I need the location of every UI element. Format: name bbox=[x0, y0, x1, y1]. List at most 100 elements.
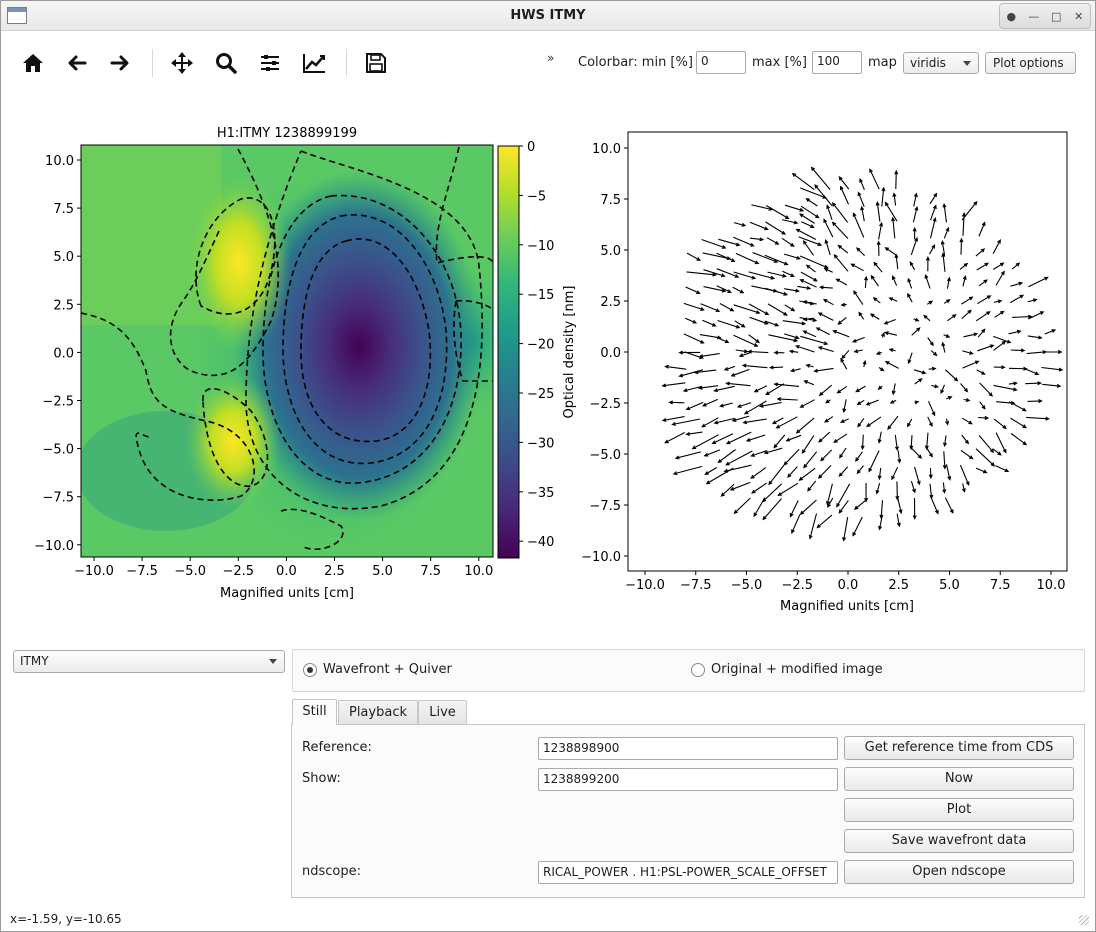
right-x-axis: −10.0 −7.5 −5.0 −2.5 0.0 2.5 5.0 7.5 10.0 bbox=[625, 571, 1065, 593]
close-icon[interactable]: ✕ bbox=[1069, 10, 1089, 23]
tab-still[interactable]: Still bbox=[292, 699, 337, 725]
axes-line-edit-icon[interactable] bbox=[298, 47, 330, 79]
left-x-axis: −10.0 −7.5 −5.0 −2.5 0.0 2.5 5.0 7.5 10.0 bbox=[74, 557, 493, 579]
left-y-axis: 10.0 7.5 5.0 2.5 0.0 −2.5 −5.0 −7.5 −10.0 bbox=[34, 154, 81, 554]
tab-playback[interactable]: Playback bbox=[338, 700, 418, 725]
resize-grip-icon[interactable] bbox=[1079, 915, 1089, 925]
right-x-tick-label: 7.5 bbox=[990, 578, 1011, 593]
status-coordinates: x=-1.59, y=-10.65 bbox=[10, 912, 122, 926]
left-y-tick-label: 10.0 bbox=[45, 154, 74, 169]
pan-move-icon[interactable] bbox=[166, 47, 198, 79]
subplot-config-icon[interactable] bbox=[254, 47, 286, 79]
save-disk-icon[interactable] bbox=[360, 47, 392, 79]
colorbar-min-input[interactable]: 0 bbox=[696, 51, 746, 74]
right-y-tick-label: 0.0 bbox=[600, 346, 621, 361]
right-y-tick-label: 10.0 bbox=[592, 142, 621, 157]
minimize-icon[interactable]: — bbox=[1024, 10, 1044, 23]
window-controls: ● — □ ✕ bbox=[999, 3, 1091, 29]
right-y-tick-label: −7.5 bbox=[589, 499, 621, 514]
original-modified-radio[interactable] bbox=[691, 663, 705, 677]
right-x-tick-label: −5.0 bbox=[731, 578, 763, 593]
save-wavefront-button[interactable]: Save wavefront data bbox=[844, 829, 1074, 853]
figure-canvas[interactable]: H1:ITMY 1238899199 −10.0 −7.5 −5.0 −2.5 0.0 2… bbox=[1, 101, 1095, 621]
right-y-tick-label: 5.0 bbox=[600, 244, 621, 259]
right-y-tick-label: 7.5 bbox=[600, 193, 621, 208]
left-y-tick-label: 7.5 bbox=[53, 202, 74, 217]
plot-options-button[interactable]: Plot options bbox=[985, 52, 1076, 74]
right-y-axis: 10.0 7.5 5.0 2.5 0.0 −2.5 −5.0 −7.5 −10.0 bbox=[581, 142, 628, 565]
original-modified-label[interactable]: Original + modified image bbox=[711, 662, 883, 677]
left-y-tick-label: 5.0 bbox=[53, 250, 74, 265]
left-x-tick-label: −10.0 bbox=[74, 564, 114, 579]
chevron-down-icon bbox=[963, 61, 971, 66]
tab-live[interactable]: Live bbox=[418, 700, 467, 725]
reference-input[interactable]: 1238898900 bbox=[538, 737, 838, 760]
left-x-tick-label: 7.5 bbox=[420, 564, 441, 579]
left-y-tick-label: 2.5 bbox=[53, 298, 74, 313]
left-x-tick-label: 10.0 bbox=[464, 564, 493, 579]
left-x-tick-label: 0.0 bbox=[276, 564, 297, 579]
plot-button[interactable]: Plot bbox=[844, 798, 1074, 822]
toolbar-overflow-icon[interactable]: » bbox=[547, 51, 554, 65]
wavefront-quiver-label[interactable]: Wavefront + Quiver bbox=[323, 662, 452, 677]
title-bar[interactable]: HWS ITMY ● — □ ✕ bbox=[1, 1, 1095, 31]
colorbar-min-label: Colorbar: min [%] bbox=[578, 55, 693, 70]
colorbar bbox=[497, 145, 520, 559]
right-x-axis-label: Magnified units [cm] bbox=[780, 599, 914, 614]
right-y-tick-label: −5.0 bbox=[589, 448, 621, 463]
right-x-tick-label: −10.0 bbox=[625, 578, 665, 593]
get-reference-time-button[interactable]: Get reference time from CDS bbox=[844, 736, 1074, 760]
ndscope-label: ndscope: bbox=[302, 864, 361, 879]
colorbar-max-label: max [%] bbox=[752, 55, 807, 70]
left-x-tick-label: −5.0 bbox=[174, 564, 206, 579]
device-select-value: ITMY bbox=[20, 654, 49, 668]
device-select[interactable]: ITMY bbox=[13, 650, 285, 673]
left-plot-title: H1:ITMY 1238899199 bbox=[217, 126, 357, 141]
colorbar-tick-label: 0 bbox=[527, 140, 535, 155]
colorbar-tick-label: −30 bbox=[527, 436, 554, 451]
colorbar-tick-label: −10 bbox=[527, 239, 554, 254]
now-button[interactable]: Now bbox=[844, 767, 1074, 791]
reference-label: Reference: bbox=[302, 740, 372, 755]
left-y-tick-label: −10.0 bbox=[34, 539, 74, 554]
chevron-down-icon bbox=[269, 659, 277, 664]
shade-icon[interactable]: ● bbox=[1001, 10, 1021, 23]
colorbar-tick-label: −40 bbox=[527, 535, 554, 550]
wavefront-quiver-radio[interactable] bbox=[303, 663, 317, 677]
toolbar-separator bbox=[346, 49, 347, 77]
colormap-value: viridis bbox=[910, 56, 946, 70]
ndscope-input[interactable]: RICAL_POWER . H1:PSL-POWER_SCALE_OFFSET bbox=[538, 861, 838, 884]
back-arrow-icon[interactable] bbox=[61, 47, 93, 79]
colorbar-max-input[interactable]: 100 bbox=[812, 51, 862, 74]
right-y-tick-label: −10.0 bbox=[581, 550, 621, 565]
colorbar-tick-label: −5 bbox=[527, 189, 546, 204]
colormap-select[interactable]: viridis bbox=[903, 52, 979, 74]
maximize-icon[interactable]: □ bbox=[1046, 10, 1066, 23]
left-x-tick-label: 2.5 bbox=[324, 564, 345, 579]
open-ndscope-button[interactable]: Open ndscope bbox=[844, 860, 1074, 884]
toolbar-separator bbox=[152, 49, 153, 77]
right-x-tick-label: 2.5 bbox=[888, 578, 909, 593]
home-icon[interactable] bbox=[17, 47, 49, 79]
left-x-tick-label: −2.5 bbox=[223, 564, 255, 579]
left-y-tick-label: −5.0 bbox=[42, 443, 74, 458]
right-x-tick-label: −7.5 bbox=[680, 578, 712, 593]
right-x-tick-label: 5.0 bbox=[939, 578, 960, 593]
left-x-tick-label: 5.0 bbox=[372, 564, 393, 579]
left-x-axis-label: Magnified units [cm] bbox=[220, 586, 354, 601]
zoom-magnifier-icon[interactable] bbox=[210, 47, 242, 79]
right-x-tick-label: 0.0 bbox=[838, 578, 859, 593]
right-x-tick-label: 10.0 bbox=[1037, 578, 1066, 593]
show-label: Show: bbox=[302, 771, 341, 786]
right-y-tick-label: 2.5 bbox=[600, 295, 621, 310]
show-input[interactable]: 1238899200 bbox=[538, 768, 838, 791]
colorbar-tick-label: −15 bbox=[527, 288, 554, 303]
colorbar-label: Optical density [nm] bbox=[562, 286, 577, 419]
forward-arrow-icon[interactable] bbox=[104, 47, 136, 79]
colorbar-tick-label: −20 bbox=[527, 338, 554, 353]
colorbar-axis: 0 −5 −10 −15 −20 −25 −30 −35 −40 bbox=[519, 140, 554, 550]
left-y-tick-label: 0.0 bbox=[53, 346, 74, 361]
colorbar-tick-label: −25 bbox=[527, 387, 554, 402]
left-y-tick-label: −2.5 bbox=[42, 395, 74, 410]
colormap-label: map bbox=[868, 55, 897, 70]
